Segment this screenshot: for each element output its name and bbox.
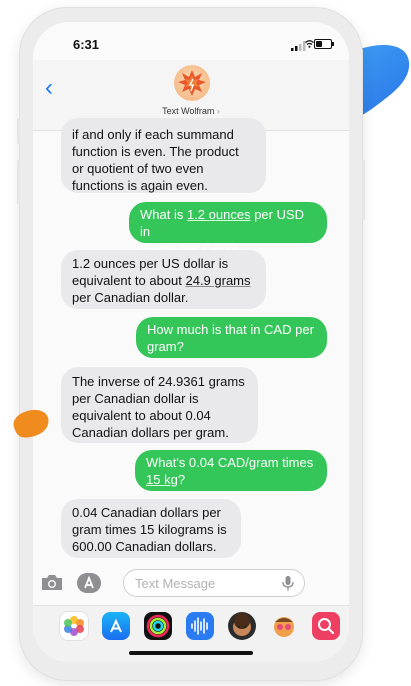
phone-screen: 6:31 ‹ Text Wolfram › if and only if eac…: [33, 22, 349, 662]
message-line: function is even. The product: [72, 144, 239, 159]
camera-icon[interactable]: [40, 573, 64, 592]
imessage-app-tray: [33, 605, 349, 662]
message-link[interactable]: 1.2 ounces: [187, 207, 251, 222]
contact-name[interactable]: Text Wolfram ›: [33, 106, 349, 116]
battery-cap: [332, 42, 334, 46]
message-line: How much is that in CAD per: [147, 322, 314, 337]
message-composer: Text Message: [33, 565, 349, 601]
status-time: 6:31: [73, 37, 100, 52]
photos-flower-glyph: [64, 616, 84, 636]
message-input-placeholder: Text Message: [135, 576, 216, 591]
message-line: per Canadian dollar.: [72, 290, 189, 305]
message-line: functions is again even.: [72, 178, 208, 193]
memoji-face-glyph: [233, 613, 251, 636]
message-text: equivalent to about: [72, 273, 186, 288]
contact-avatar[interactable]: [174, 65, 210, 101]
app-store-glyph: [110, 618, 122, 633]
message-line: What's 0.04 CAD/gram times: [146, 455, 314, 470]
incoming-message-bubble: 1.2 ounces per US dollar is equivalent t…: [61, 250, 266, 309]
message-line: gram times 15 kilograms is: [72, 522, 227, 537]
activity-icon[interactable]: [144, 612, 172, 640]
incoming-message-bubble: if and only if each summand function is …: [61, 118, 266, 193]
message-line: gram?: [147, 339, 184, 354]
activity-rings-glyph: [146, 614, 170, 638]
phone-side-button: [17, 160, 20, 204]
chevron-right-icon: ›: [216, 106, 220, 116]
app-store-icon[interactable]: [102, 612, 130, 640]
animoji-face-glyph: [274, 617, 294, 637]
message-line: 0.04 Canadian dollars per: [72, 505, 221, 520]
microphone-icon[interactable]: [282, 575, 294, 592]
phone-side-button: [362, 160, 365, 220]
message-line: 15 kg?: [146, 471, 316, 488]
message-line: 1.2 ounces per US dollar is: [72, 256, 229, 271]
message-line: Canadian dollars per gram.: [72, 425, 229, 440]
contact-name-label: Text Wolfram: [162, 106, 215, 116]
message-text: What is: [140, 207, 187, 222]
incoming-message-bubble: 0.04 Canadian dollars per gram times 15 …: [61, 499, 241, 558]
home-indicator[interactable]: [129, 651, 253, 655]
message-line: per Canadian dollar is: [72, 391, 199, 406]
back-chevron-icon[interactable]: ‹: [45, 76, 53, 100]
message-line: equivalent to about 0.04: [72, 408, 211, 423]
message-link[interactable]: 24.9 grams: [185, 273, 250, 288]
decorative-orange-blob: [13, 409, 49, 438]
message-line: equivalent to about 24.9 grams: [72, 272, 255, 289]
memoji-icon[interactable]: [228, 612, 256, 640]
message-link[interactable]: 15 kg: [146, 472, 178, 487]
audio-message-icon[interactable]: [186, 612, 214, 640]
message-line: 600.00 Canadian dollars.: [72, 539, 217, 554]
message-line: What is 1.2 ounces per USD in: [140, 206, 316, 240]
phone-side-button: [17, 118, 20, 144]
outgoing-message-bubble: What is 1.2 ounces per USD in grams per …: [129, 202, 327, 256]
incoming-message-bubble: The inverse of 24.9361 grams per Canadia…: [61, 367, 258, 443]
status-bar: 6:31: [33, 22, 349, 62]
message-line: or quotient of two even: [72, 161, 204, 176]
waveform-glyph: [191, 617, 208, 635]
outgoing-message-bubble: What's 0.04 CAD/gram times 15 kg?: [135, 450, 327, 491]
message-line: if and only if each summand: [72, 127, 234, 142]
wifi-icon: [305, 40, 314, 48]
animoji-icon[interactable]: [270, 612, 298, 640]
magnifier-glyph: [318, 618, 335, 635]
app-store-icon[interactable]: [76, 572, 102, 594]
message-line: The inverse of 24.9361 grams: [72, 374, 245, 389]
wolfram-logo-icon: [178, 70, 206, 96]
message-input[interactable]: Text Message: [123, 569, 305, 597]
search-images-icon[interactable]: [312, 612, 340, 640]
message-text: ?: [177, 472, 186, 487]
outgoing-message-bubble: How much is that in CAD per gram?: [136, 317, 327, 358]
photos-icon[interactable]: [60, 612, 88, 640]
battery-icon: [314, 39, 332, 49]
